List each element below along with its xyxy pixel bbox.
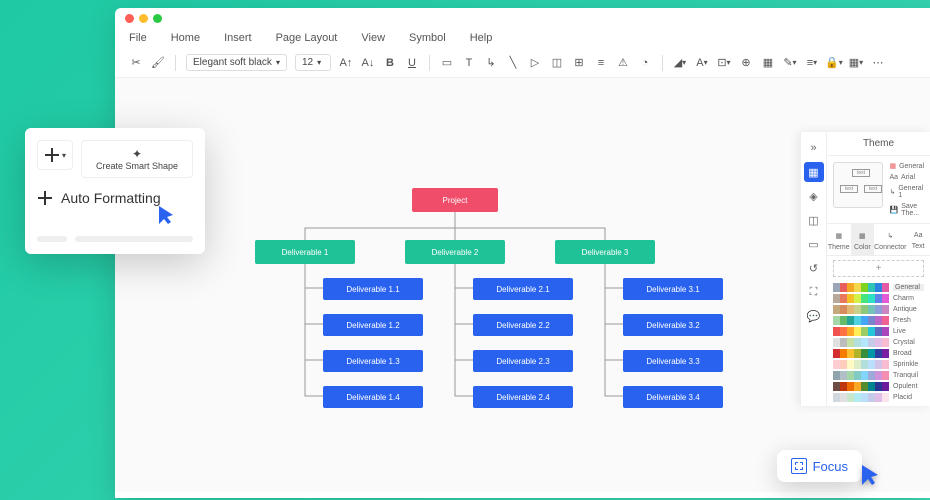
palette-row-charm[interactable]: Charm (833, 294, 924, 303)
font-color-icon[interactable]: A▾ (695, 56, 709, 70)
opt-arial[interactable]: AaArial (889, 174, 924, 181)
slider-2[interactable] (75, 236, 193, 242)
menu-file[interactable]: File (129, 32, 147, 44)
auto-format-popup: ▾ ✦ Create Smart Shape Auto Formatting (25, 128, 205, 254)
palette-row-live[interactable]: Live (833, 327, 924, 336)
pointer-icon[interactable]: ▷ (528, 56, 542, 70)
font-size-select[interactable]: 12▾ (295, 54, 331, 71)
line-icon[interactable]: ╲ (506, 56, 520, 70)
connector-icon[interactable]: ↳ (484, 56, 498, 70)
node-d2-1[interactable]: Deliverable 2.1 (473, 278, 573, 300)
theme-preview[interactable]: text text text (833, 162, 883, 208)
palette-row-tranquil[interactable]: Tranquil (833, 371, 924, 380)
opt-save[interactable]: 💾Save The... (889, 203, 924, 217)
theme-panel: » ▦ ◈ ◫ ▭ ↺ ⛶ 💬 Theme text text text ▦Ge… (800, 132, 930, 406)
palette-row-crystal[interactable]: Crystal (833, 338, 924, 347)
bold-icon[interactable]: B (383, 56, 397, 70)
font-family-select[interactable]: Elegant soft black▾ (186, 54, 287, 71)
crop-icon[interactable]: ⊡▾ (717, 56, 731, 70)
rail-expand-icon[interactable]: » (804, 138, 824, 158)
cut-icon[interactable]: ✂ (129, 56, 143, 70)
menu-symbol[interactable]: Symbol (409, 32, 446, 44)
style-icon[interactable]: ≡▾ (805, 56, 819, 70)
max-dot[interactable] (153, 14, 162, 23)
node-d1[interactable]: Deliverable 1 (255, 240, 355, 264)
node-d3-2[interactable]: Deliverable 3.2 (623, 314, 723, 336)
tab-connector[interactable]: ↳Connector (874, 224, 906, 255)
chart-icon[interactable]: ◔ (638, 56, 652, 70)
node-d1-2[interactable]: Deliverable 1.2 (323, 314, 423, 336)
node-d1-4[interactable]: Deliverable 1.4 (323, 386, 423, 408)
fill-icon[interactable]: ◢▾ (673, 56, 687, 70)
rail-layers-icon[interactable]: ◫ (804, 210, 824, 230)
menu-home[interactable]: Home (171, 32, 200, 44)
group-icon[interactable]: ⊞ (572, 56, 586, 70)
tab-color[interactable]: ▦Color (851, 224, 875, 255)
focus-button[interactable]: Focus (777, 450, 862, 482)
warning-icon[interactable]: ⚠ (616, 56, 630, 70)
node-root[interactable]: Project (412, 188, 498, 212)
node-d2-2[interactable]: Deliverable 2.2 (473, 314, 573, 336)
tab-theme[interactable]: ▦Theme (827, 224, 851, 255)
layers-icon[interactable]: ◫ (550, 56, 564, 70)
palette-row-placid[interactable]: Placid (833, 393, 924, 402)
rail-history-icon[interactable]: ↺ (804, 258, 824, 278)
underline-icon[interactable]: U (405, 56, 419, 70)
theme-title: Theme (827, 132, 930, 156)
opt-general1[interactable]: ↳General 1 (889, 185, 924, 199)
menu-page-layout[interactable]: Page Layout (276, 32, 338, 44)
window-chrome (115, 8, 930, 28)
rail-fullscreen-icon[interactable]: ⛶ (804, 282, 824, 302)
font-increase-icon[interactable]: A↑ (339, 56, 353, 70)
rect-icon[interactable]: ▭ (440, 56, 454, 70)
text-icon[interactable]: T (462, 56, 476, 70)
node-d1-1[interactable]: Deliverable 1.1 (323, 278, 423, 300)
grid-icon[interactable]: ▦▾ (849, 56, 863, 70)
font-decrease-icon[interactable]: A↓ (361, 56, 375, 70)
node-d2-4[interactable]: Deliverable 2.4 (473, 386, 573, 408)
sparkle-button[interactable]: ▾ (37, 140, 73, 170)
node-d2[interactable]: Deliverable 2 (405, 240, 505, 264)
rail-page-icon[interactable]: ▭ (804, 234, 824, 254)
palette-row-sprinkle[interactable]: Sprinkle (833, 360, 924, 369)
menu-insert[interactable]: Insert (224, 32, 252, 44)
pen-icon[interactable]: ✎▾ (783, 56, 797, 70)
create-smart-shape-button[interactable]: ✦ Create Smart Shape (81, 140, 193, 178)
palette-row-fresh[interactable]: Fresh (833, 316, 924, 325)
opt-general[interactable]: ▦General (889, 162, 924, 170)
toolbar: ✂ 🖌 Elegant soft black▾ 12▾ A↑ A↓ B U ▭ … (115, 48, 930, 78)
side-rail: » ▦ ◈ ◫ ▭ ↺ ⛶ 💬 (801, 132, 827, 406)
menu-view[interactable]: View (361, 32, 385, 44)
add-palette-button[interactable]: + (833, 260, 924, 277)
tab-text[interactable]: AaText (906, 224, 930, 255)
table-icon[interactable]: ▦ (761, 56, 775, 70)
rail-shapes-icon[interactable]: ◈ (804, 186, 824, 206)
focus-icon (791, 458, 807, 474)
node-d3-3[interactable]: Deliverable 3.3 (623, 350, 723, 372)
rail-theme-icon[interactable]: ▦ (804, 162, 824, 182)
node-d2-3[interactable]: Deliverable 2.3 (473, 350, 573, 372)
palette-row-antique[interactable]: Antique (833, 305, 924, 314)
theme-tabs: ▦Theme ▦Color ↳Connector AaText (827, 223, 930, 256)
min-dot[interactable] (139, 14, 148, 23)
lock-icon[interactable]: 🔒▾ (827, 56, 841, 70)
zoom-icon[interactable]: ⊕ (739, 56, 753, 70)
node-d3-4[interactable]: Deliverable 3.4 (623, 386, 723, 408)
node-d3-1[interactable]: Deliverable 3.1 (623, 278, 723, 300)
paintbrush-icon[interactable]: 🖌 (151, 56, 165, 70)
palette-row-broad[interactable]: Broad (833, 349, 924, 358)
palette-row-general[interactable]: General (833, 283, 924, 292)
close-dot[interactable] (125, 14, 134, 23)
more-icon[interactable]: ⋯ (871, 56, 885, 70)
palette-row-opulent[interactable]: Opulent (833, 382, 924, 391)
slider-1[interactable] (37, 236, 67, 242)
node-d3[interactable]: Deliverable 3 (555, 240, 655, 264)
menu-help[interactable]: Help (470, 32, 493, 44)
align-icon[interactable]: ≡ (594, 56, 608, 70)
menubar: File Home Insert Page Layout View Symbol… (115, 28, 930, 48)
rail-comment-icon[interactable]: 💬 (804, 306, 824, 326)
cursor-pointer (860, 463, 882, 492)
node-d1-3[interactable]: Deliverable 1.3 (323, 350, 423, 372)
